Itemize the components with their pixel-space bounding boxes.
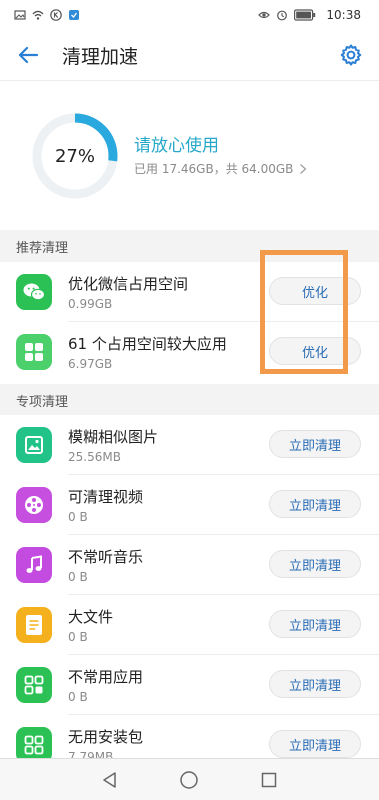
list-item-title: 可清理视频	[68, 488, 144, 506]
list-item-size: 0 B	[68, 690, 88, 704]
back-button[interactable]	[14, 41, 42, 69]
triangle-back-icon	[103, 771, 116, 788]
list-item-unused-apps[interactable]: 不常用应用 0 B 立即清理	[0, 655, 379, 715]
section-title-recommended: 推荐清理	[16, 240, 69, 256]
list-item-title: 模糊相似图片	[68, 428, 159, 446]
status-bar: 10:38	[0, 0, 379, 30]
list-item-optimize-wechat[interactable]: 优化微信占用空间 0.99GB 优化	[0, 262, 379, 322]
clean-now-button[interactable]: 立即清理	[269, 430, 361, 458]
list-item-title: 无用安装包	[68, 728, 144, 746]
list-item-title: 61 个占用空间较大应用	[68, 335, 227, 353]
section-title-special: 专项清理	[16, 394, 69, 410]
list-item-size: 6.97GB	[68, 357, 113, 371]
storage-summary: 27% 请放心使用 已用 17.46GB，共 64.00GB	[0, 80, 379, 231]
list-item-title: 不常用应用	[68, 668, 144, 686]
system-navigation-bar	[0, 758, 379, 800]
apps-grid-icon	[16, 667, 52, 703]
storage-usage-ring: 27%	[30, 111, 120, 201]
page-title: 清理加速	[62, 45, 139, 68]
gear-icon	[340, 44, 362, 66]
optimize-button[interactable]: 优化	[269, 337, 361, 365]
storage-status-text: 请放心使用	[134, 136, 219, 156]
clean-now-button[interactable]: 立即清理	[269, 550, 361, 578]
square-recents-icon	[261, 772, 277, 787]
list-item-large-apps[interactable]: 61 个占用空间较大应用 6.97GB 优化	[0, 322, 379, 382]
list-item-large-files[interactable]: 大文件 0 B 立即清理	[0, 595, 379, 655]
k-badge-icon	[50, 9, 62, 21]
optimize-button[interactable]: 优化	[269, 277, 361, 305]
video-reel-icon	[16, 487, 52, 523]
nav-recents-button[interactable]	[254, 765, 284, 795]
list-item-size: 0 B	[68, 630, 88, 644]
nav-home-button[interactable]	[174, 765, 204, 795]
clean-now-button[interactable]: 立即清理	[269, 490, 361, 518]
list-item-size: 0 B	[68, 570, 88, 584]
list-item-similar-images[interactable]: 模糊相似图片 25.56MB 立即清理	[0, 415, 379, 475]
storage-cleaner-screen: 10:38 清理加速 27% 请放心使用 已用 17.46GB，共 64.00G…	[0, 0, 379, 800]
list-item-size: 0.99GB	[68, 297, 113, 311]
list-item-title: 优化微信占用空间	[68, 275, 189, 293]
settings-button[interactable]	[337, 41, 365, 69]
section-header-recommended: 推荐清理	[0, 230, 379, 262]
clean-now-button[interactable]: 立即清理	[269, 670, 361, 698]
storage-detail-link[interactable]: 已用 17.46GB，共 64.00GB	[134, 160, 307, 177]
status-time: 10:38	[326, 8, 361, 22]
eye-comfort-icon	[258, 11, 271, 19]
alarm-icon	[277, 10, 288, 21]
clean-now-button[interactable]: 立即清理	[269, 610, 361, 638]
list-item-title: 大文件	[68, 608, 114, 626]
battery-icon	[294, 9, 316, 21]
status-bar-right: 10:38	[258, 8, 361, 22]
document-icon	[16, 607, 52, 643]
usage-percent: 27%	[54, 145, 95, 167]
nav-back-button[interactable]	[95, 765, 125, 795]
circle-home-icon	[180, 770, 199, 789]
arrow-left-icon	[18, 46, 39, 64]
clean-now-button[interactable]: 立即清理	[269, 730, 361, 758]
music-note-icon	[16, 547, 52, 583]
list-item-size: 0 B	[68, 510, 88, 524]
list-item-videos[interactable]: 可清理视频 0 B 立即清理	[0, 475, 379, 535]
apps-grid-icon	[16, 334, 52, 370]
list-item-title: 不常听音乐	[68, 548, 144, 566]
status-bar-left	[14, 9, 80, 21]
wechat-icon	[16, 274, 52, 310]
storage-detail-text: 已用 17.46GB，共 64.00GB	[134, 162, 294, 176]
image-icon	[16, 427, 52, 463]
header: 清理加速	[0, 30, 379, 80]
section-header-special: 专项清理	[0, 384, 379, 416]
list-item-size: 25.56MB	[68, 450, 121, 464]
app-notification-icon	[69, 10, 79, 20]
wifi-icon	[32, 10, 44, 20]
chevron-right-icon	[300, 163, 307, 174]
image-notification-icon	[14, 10, 26, 20]
list-item-music[interactable]: 不常听音乐 0 B 立即清理	[0, 535, 379, 595]
